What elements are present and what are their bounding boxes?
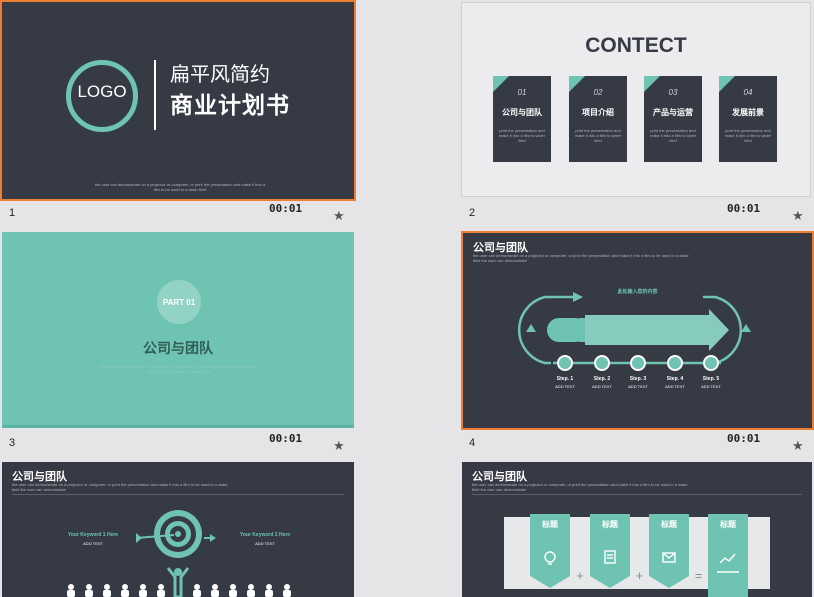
slide-number-1: 1 [9, 207, 16, 219]
card-number: 02 [593, 88, 603, 97]
slide-thumbnail-6[interactable]: 公司与团队 the user can demonstrate on a proj… [462, 462, 812, 597]
bottom-stripe [2, 425, 354, 428]
section-title: 公司与团队 [143, 340, 213, 356]
animation-star-icon[interactable]: ★ [333, 208, 345, 224]
card-number: 01 [517, 88, 527, 97]
operator-equals: = [694, 568, 703, 583]
step-sub-3: ADD TEXT [628, 384, 648, 389]
card-desc: print the presentation and make it into … [498, 128, 546, 143]
slide-timing-4: 00:01 [727, 432, 761, 445]
title-line-1: 扁平风简约 [170, 64, 270, 86]
tab-label-3: 标题 [661, 520, 677, 529]
animation-star-icon[interactable]: ★ [333, 438, 345, 454]
slide-thumbnail-1[interactable]: LOGO 扁平风简约 商业计划书 the user can demonstrat… [0, 0, 356, 201]
slide-timing-2: 00:01 [727, 202, 761, 215]
step-label-2: Step. 2 [593, 376, 611, 382]
slide-number-4: 4 [469, 437, 476, 449]
operator-plus-1: + [576, 568, 584, 583]
tab-label-4: 标题 [720, 520, 736, 529]
part-label: PART 01 [162, 298, 196, 307]
title-divider [154, 60, 156, 130]
step-sub-2: ADD TEXT [592, 384, 612, 389]
slide-timing-3: 00:01 [269, 432, 303, 445]
card-desc: print the presentation and make it into … [574, 128, 622, 143]
step-sub-1: ADD TEXT [555, 384, 575, 389]
content-card-1: 01 公司与团队 print the presentation and make… [493, 76, 551, 162]
step-node-5 [703, 355, 719, 371]
slide-number-2: 2 [469, 207, 476, 219]
people-icons-row [67, 584, 291, 597]
logo-text: LOGO [77, 82, 127, 101]
card-number: 03 [668, 88, 678, 97]
step-node-2 [594, 355, 610, 371]
step-sub-4: ADD TEXT [665, 384, 685, 389]
slide-title: CONTECT [585, 34, 687, 57]
content-card-3: 03 产品与运营 print the presentation and make… [644, 76, 702, 162]
slide-thumbnail-3[interactable]: PART 01 公司与团队 the user can demonstrate o… [2, 232, 354, 428]
card-number: 04 [743, 88, 753, 97]
step-label-5: Step. 5 [702, 376, 720, 382]
card-desc: print the presentation and make it into … [649, 128, 697, 143]
card-label: 产品与运营 [653, 108, 693, 117]
step-sub-5: ADD TEXT [701, 384, 721, 389]
content-card-2: 02 项目介绍 print the presentation and make … [569, 76, 627, 162]
tab-label-2: 标题 [602, 520, 618, 529]
card-label: 项目介绍 [582, 108, 614, 117]
step-label-3: Step. 3 [629, 376, 647, 382]
slide-number-3: 3 [9, 437, 16, 449]
step-node-3 [630, 355, 646, 371]
card-label: 公司与团队 [502, 108, 542, 117]
content-card-4: 04 发展前景 print the presentation and make … [719, 76, 777, 162]
slide-thumbnail-4[interactable]: 公司与团队 the user can demonstrate on a proj… [461, 231, 814, 430]
step-label-1: Step. 1 [556, 376, 574, 382]
title-line-2: 商业计划书 [170, 92, 290, 118]
operator-plus-2: + [635, 568, 644, 583]
section-desc: the user can demonstrate on a projector … [99, 364, 259, 374]
slide-timing-1: 00:01 [269, 202, 303, 215]
card-label: 发展前景 [732, 108, 764, 117]
animation-star-icon[interactable]: ★ [792, 438, 804, 454]
card-desc: print the presentation and make it into … [724, 128, 772, 143]
step-node-1 [557, 355, 573, 371]
step-label-4: Step. 4 [666, 376, 684, 382]
animation-star-icon[interactable]: ★ [792, 208, 804, 224]
process-loop-graphic [518, 292, 751, 365]
slide-thumbnail-5[interactable]: 公司与团队 the user can demonstrate on a proj… [2, 462, 354, 597]
tab-label-1: 标题 [542, 520, 558, 529]
footnote-text: the user can demonstrate on a projector … [94, 182, 266, 192]
slide-thumbnail-2[interactable]: CONTECT 01 公司与团队 print the presentation … [461, 2, 811, 197]
step-node-4 [667, 355, 683, 371]
